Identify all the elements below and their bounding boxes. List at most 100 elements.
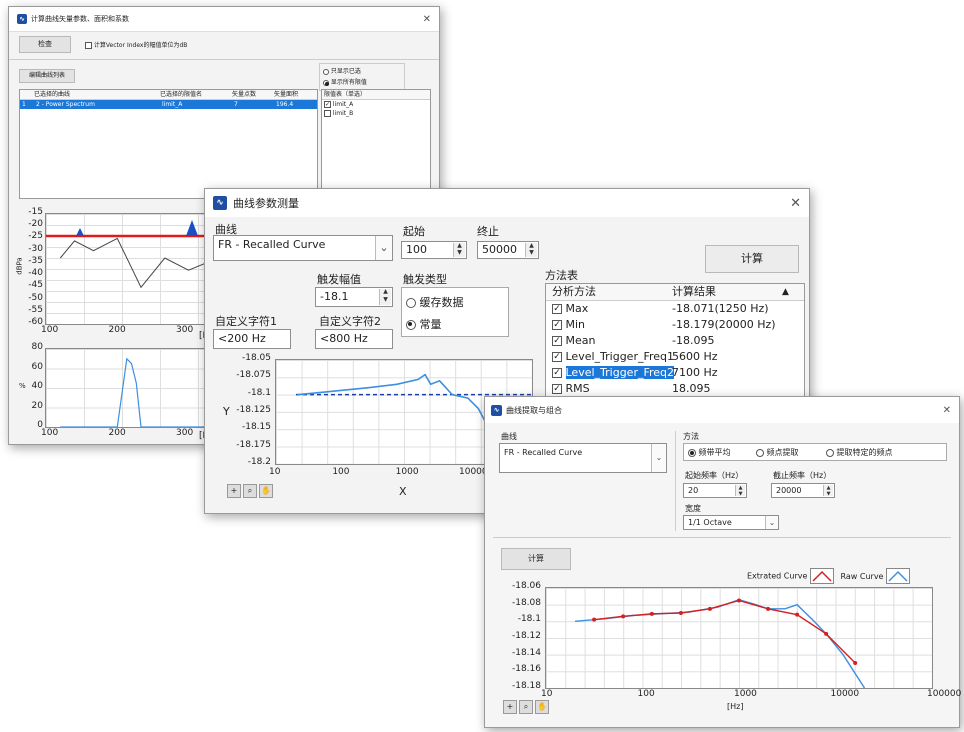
y-tick-label: -45 [28, 280, 43, 291]
vector-db-option[interactable]: 计算Vector Index的幅值单位为dB [85, 40, 187, 49]
crosshair-icon[interactable]: + [503, 700, 517, 714]
method-table-label: 方法表 [545, 269, 578, 282]
x-tick-label: 100 [332, 467, 350, 477]
y-tick-label: -18.05 [241, 353, 271, 363]
extracted-point [853, 661, 858, 665]
limit-item[interactable]: limit_B [322, 109, 430, 118]
method-row[interactable]: ✓ Level_Trigger_Freq2 7100 Hz [546, 365, 804, 381]
chevron-down-icon[interactable]: ⌄ [375, 236, 392, 260]
col-method: 分析方法 [552, 285, 596, 298]
close-icon[interactable]: ✕ [423, 14, 431, 25]
zoom-icon[interactable]: ⌕ [243, 484, 257, 498]
limit-checkbox[interactable]: ✓ [324, 101, 331, 108]
extract-plot: -18.06 -18.08 -18.1 -18.12 -18.14 -18.16 -18.1… [493, 581, 961, 723]
crosshair-icon[interactable]: + [227, 484, 241, 498]
bandwidth-select[interactable]: 1/1 Octave ⌄ [683, 515, 779, 530]
exceed-marker-1 [76, 228, 84, 236]
y-tick-label: -18.08 [511, 597, 541, 608]
y-tick-label: -30 [28, 243, 43, 254]
end-field[interactable]: 50000 ▲ ▼ [477, 241, 539, 259]
table-row[interactable]: 1 2 - Power Spectrum limit_A 7 196.4 [20, 100, 317, 109]
method-row[interactable]: ✓ Level_Trigger_Freq1 5600 Hz [546, 349, 804, 365]
radio-show-all[interactable]: 显示所有限值 [323, 77, 404, 86]
close-icon[interactable]: ✕ [790, 196, 801, 211]
method-result: 5600 Hz [672, 350, 718, 363]
col-curve: 已选择的曲线 [34, 91, 71, 98]
method-checkbox[interactable]: ✓ [552, 320, 562, 330]
method-checkbox[interactable]: ✓ [552, 336, 562, 346]
chevron-down-icon[interactable]: ⌄ [765, 516, 778, 529]
end-stepper[interactable]: ▲ ▼ [525, 243, 537, 257]
method-checkbox[interactable]: ✓ [552, 384, 562, 394]
y-tick-label: -18.16 [511, 664, 541, 675]
window-title: 计算曲线矢量参数、面积和系数 [31, 15, 129, 23]
legend: Extrated Curve Raw Curve [747, 568, 911, 584]
scroll-up-icon[interactable]: ▲ [782, 284, 789, 300]
end-freq-field[interactable]: 20000 ▲ ▼ [771, 483, 835, 498]
check-button[interactable]: 检查 [19, 36, 71, 53]
x-tick-label: 100000 [927, 689, 962, 699]
close-icon[interactable]: ✕ [943, 405, 951, 416]
curve-select[interactable]: FR - Recalled Curve ⌄ [213, 235, 393, 261]
trigger-amp-field[interactable]: -18.1 ▲ ▼ [315, 287, 393, 307]
radio-show-selected[interactable]: 只显示已选 [323, 66, 404, 75]
method-checkbox[interactable]: ✓ [552, 352, 562, 362]
radio-constant[interactable]: 常量 [406, 316, 442, 332]
extracted-point [766, 606, 771, 611]
edit-curve-list-button[interactable]: 编辑曲线列表 [19, 69, 75, 83]
limit-list[interactable]: 限值表（单选） ✓ limit_A limit_B [321, 89, 431, 199]
method-checkbox[interactable]: ✓ [552, 368, 562, 378]
radio-specific-point[interactable]: 提取特定的频点 [826, 447, 893, 458]
y-tick-label: -40 [28, 268, 43, 279]
limit-item[interactable]: ✓ limit_A [322, 100, 430, 109]
custom2-label: 自定义字符2 [319, 315, 381, 328]
start-freq-field[interactable]: 20 ▲ ▼ [683, 483, 747, 498]
method-name: Min [565, 318, 586, 331]
radio-band-average[interactable]: 频带平均 [688, 447, 731, 458]
method-row[interactable]: ✓ Max -18.071(1250 Hz) [546, 301, 804, 317]
chevron-down-icon[interactable]: ⌄ [651, 444, 666, 472]
y-tick-label: -18.075 [236, 370, 271, 381]
method-name: Max [565, 302, 589, 315]
limit-checkbox[interactable] [324, 110, 331, 117]
method-table[interactable]: 分析方法 计算结果 ▲ ✓ Max -18.071(1250 Hz) ✓ Min -1… [545, 283, 805, 397]
method-row[interactable]: ✓ Min -18.179(20000 Hz) [546, 317, 804, 333]
calc-button[interactable]: 计算 [501, 548, 571, 570]
end-freq-stepper[interactable]: ▲ ▼ [823, 485, 833, 497]
method-group: 频带平均 频点提取 提取特定的频点 [683, 443, 947, 461]
x-tick-label: 200 [108, 325, 126, 335]
pan-hand-icon[interactable]: ✋ [535, 700, 549, 714]
trigger-amp-stepper[interactable]: ▲ ▼ [379, 289, 391, 305]
radio-point-extract[interactable]: 频点提取 [756, 447, 799, 458]
radio-cached-data[interactable]: 缓存数据 [406, 294, 464, 310]
y-tick-label: -35 [28, 255, 43, 266]
vector-db-checkbox[interactable] [85, 42, 92, 49]
method-row[interactable]: ✓ Mean -18.095 [546, 333, 804, 349]
y-tick-label: -18.14 [511, 647, 541, 658]
custom1-field[interactable]: <200 Hz [213, 329, 291, 349]
start-label: 起始 [403, 225, 425, 238]
col-points: 矢量点数 [232, 91, 257, 98]
method-name: RMS [565, 382, 590, 395]
start-freq-stepper[interactable]: ▲ ▼ [735, 485, 745, 497]
curve-table[interactable]: 已选择的曲线 已选择的限值名 矢量点数 矢量面积 1 2 - Power Spe… [19, 89, 318, 199]
pan-hand-icon[interactable]: ✋ [259, 484, 273, 498]
method-result: -18.071(1250 Hz) [672, 302, 769, 315]
display-mode-group: 只显示已选 显示所有限值 [319, 63, 405, 91]
zoom-icon[interactable]: ⌕ [519, 700, 533, 714]
start-stepper[interactable]: ▲ ▼ [453, 243, 465, 257]
window-title: 曲线提取与组合 [506, 405, 562, 415]
y-tick-label: -18.2 [247, 457, 271, 467]
custom2-field[interactable]: <800 Hz [315, 329, 393, 349]
method-result: 7100 Hz [672, 366, 718, 379]
y-tick-label: -18.06 [511, 581, 541, 591]
x-tick-label: 1000 [734, 689, 757, 699]
method-name: Level_Trigger_Freq1 [565, 350, 675, 363]
start-field[interactable]: 100 ▲ ▼ [401, 241, 467, 259]
method-checkbox[interactable]: ✓ [552, 304, 562, 314]
end-freq-label: 截止频率（Hz） [773, 471, 832, 480]
method-row[interactable]: ✓ RMS 18.095 [546, 381, 804, 396]
calc-button[interactable]: 计算 [705, 245, 799, 273]
curve-select[interactable]: FR - Recalled Curve ⌄ [499, 443, 667, 473]
title-bar: ∿ 计算曲线矢量参数、面积和系数 ✕ [9, 7, 439, 32]
